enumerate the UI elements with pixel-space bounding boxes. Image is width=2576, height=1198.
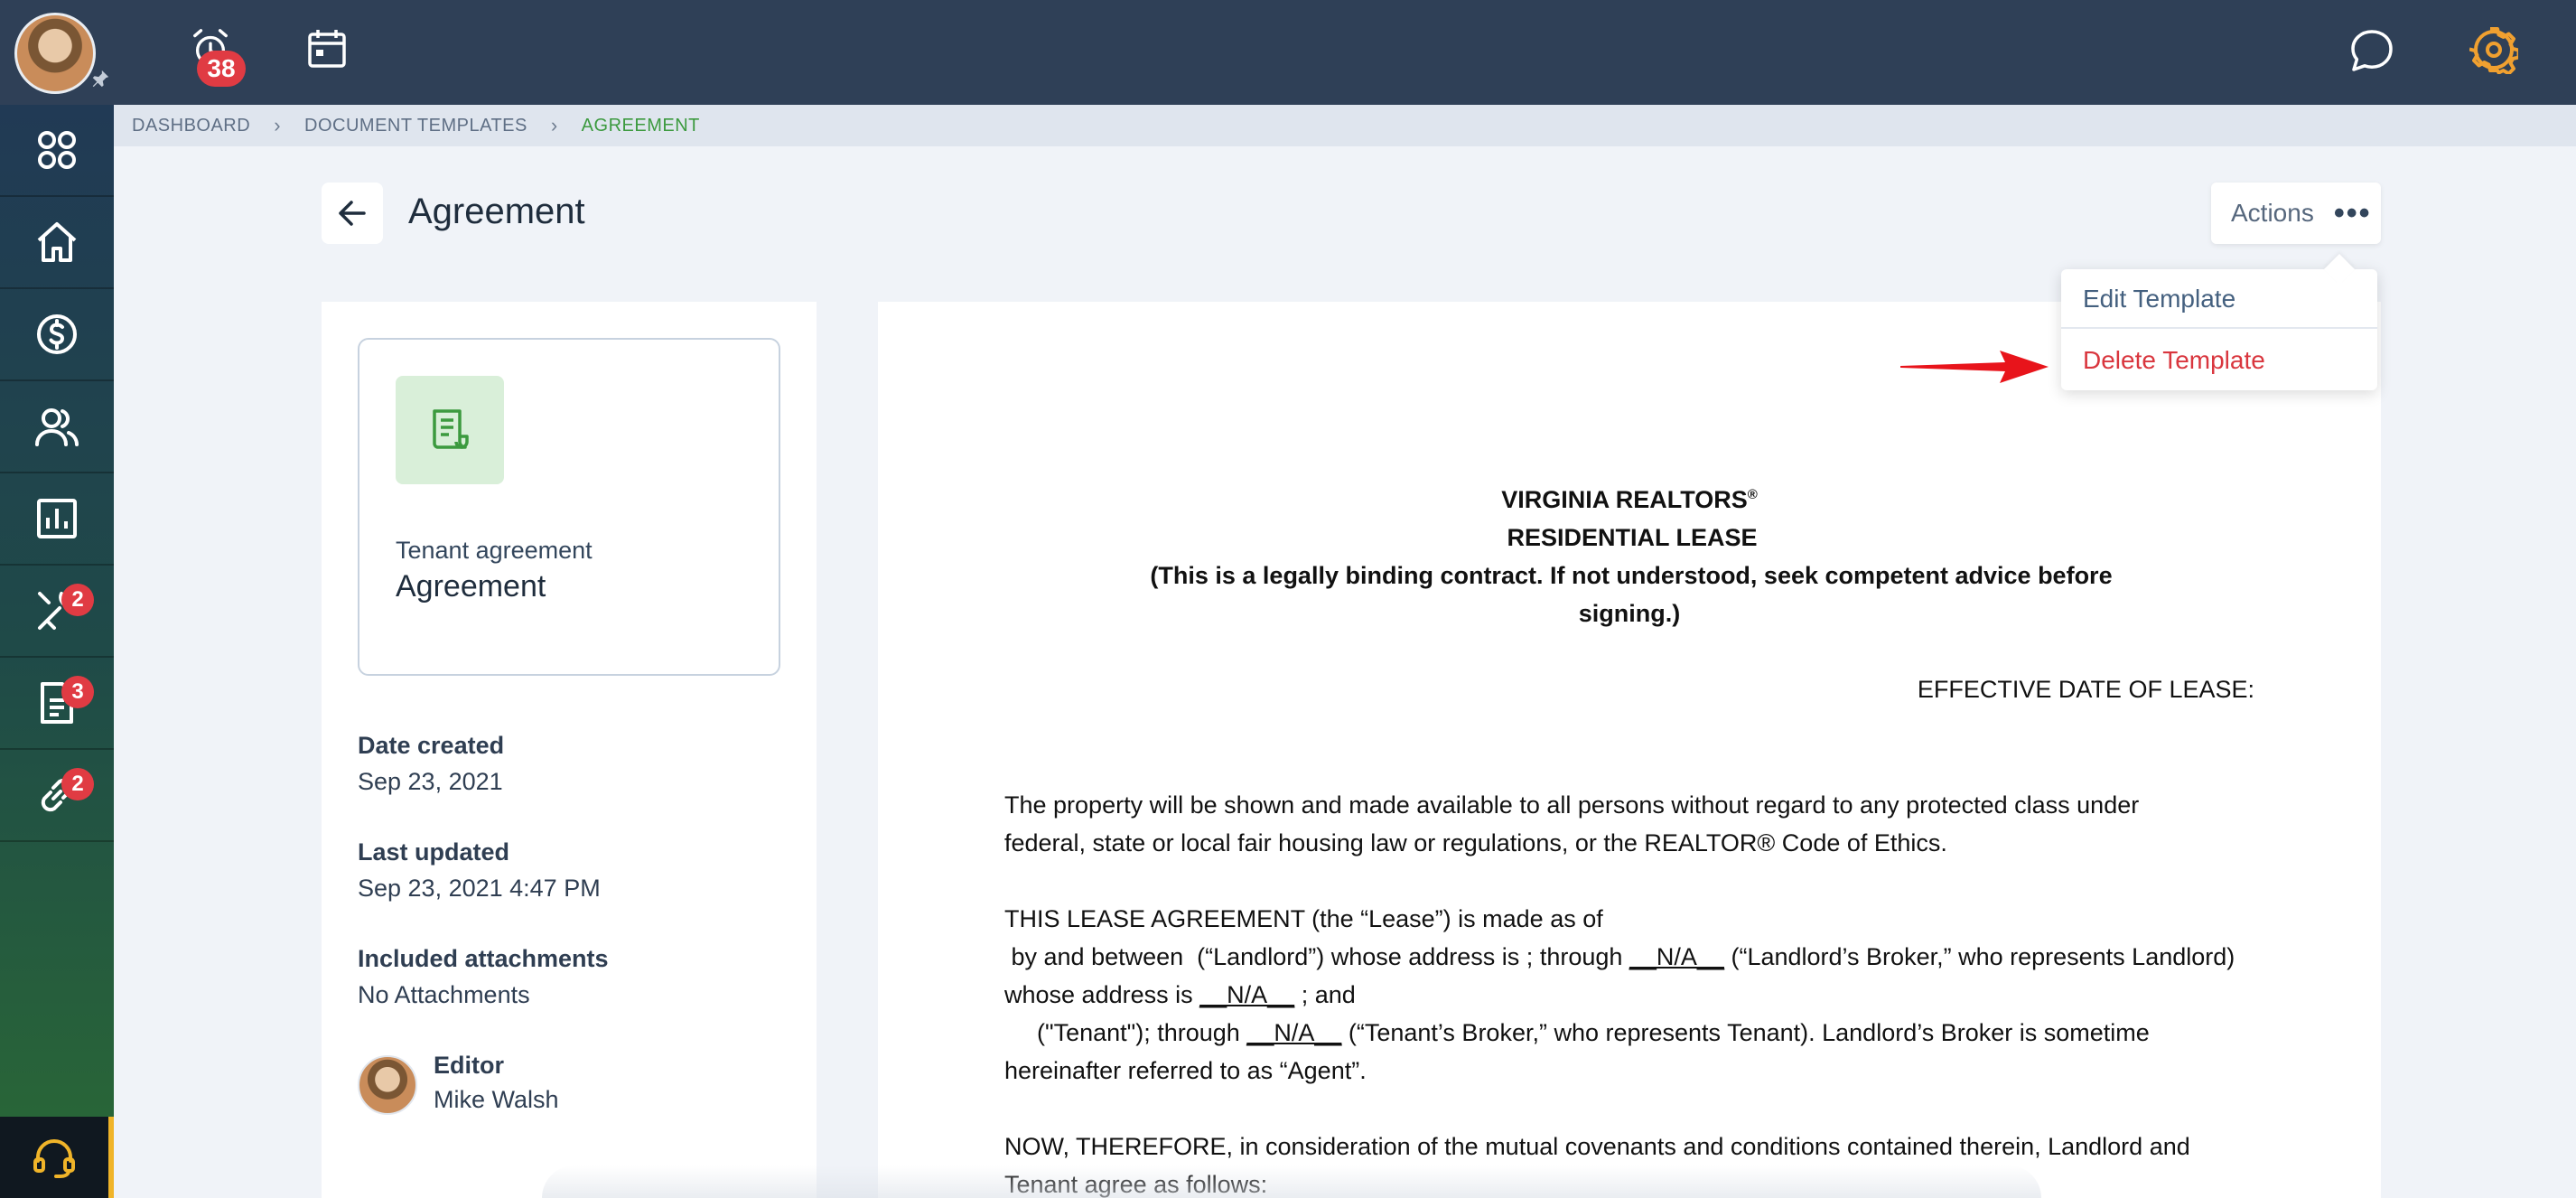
back-button[interactable] (322, 183, 383, 244)
delete-template-menu-item[interactable]: Delete Template (2061, 331, 2377, 390)
support-button[interactable] (0, 1117, 114, 1198)
sidebar-item-links[interactable]: 2 (0, 750, 114, 842)
sidebar-item-maintenance[interactable]: 2 (0, 566, 114, 658)
text-span: whose address is (1004, 981, 1200, 1008)
lease-parties-paragraph: THIS LEASE AGREEMENT (the “Lease”) is ma… (1004, 900, 2278, 1090)
text-span: (“Tenant’s Broker,” who represents Tenan… (1341, 1019, 2150, 1046)
effective-date-label: EFFECTIVE DATE OF LEASE: (1917, 676, 2254, 703)
sidebar-item-apps[interactable] (0, 105, 114, 197)
date-created-label: Date created (358, 732, 505, 759)
paragraph-line: ("Tenant"); through __N/A__ (“Tenant’s B… (1004, 1014, 2278, 1052)
last-updated-label: Last updated (358, 838, 510, 866)
chevron-right-icon: › (550, 114, 558, 136)
scroll-shadow (542, 1165, 2041, 1198)
paragraph-line: by and between (“Landlord”) whose addres… (1004, 938, 2278, 976)
actions-label: Actions (2231, 199, 2314, 227)
people-icon (35, 408, 79, 446)
actions-button[interactable]: Actions ••• (2211, 183, 2381, 244)
paragraph-line: NOW, THEREFORE, in consideration of the … (1004, 1133, 2190, 1160)
dollar-icon (37, 314, 77, 354)
paragraph-line: federal, state or local fair housing law… (1004, 829, 1947, 856)
text-span: by and between (“Landlord”) whose addres… (1004, 943, 1629, 970)
sidebar-item-documents[interactable]: 3 (0, 658, 114, 750)
template-name: Agreement (396, 569, 546, 604)
sidebar-item-finance[interactable] (0, 289, 114, 381)
chat-icon[interactable] (2348, 27, 2395, 74)
annotation-arrow-icon (1900, 351, 2049, 383)
documents-badge: 3 (61, 676, 94, 708)
gear-icon[interactable] (2469, 25, 2521, 76)
home-icon (37, 222, 77, 262)
tenant-broker-field: __N/A__ (1246, 1019, 1342, 1046)
template-type: Tenant agreement (396, 537, 593, 564)
sidebar-item-home[interactable] (0, 197, 114, 289)
attachments-value: No Attachments (358, 981, 530, 1008)
maintenance-badge: 2 (61, 584, 94, 616)
breadcrumb: DASHBOARD › DOCUMENT TEMPLATES › AGREEME… (114, 105, 2576, 146)
last-updated-value: Sep 23, 2021 4:47 PM (358, 875, 601, 902)
user-avatar[interactable] (14, 13, 96, 94)
chart-icon (37, 499, 77, 538)
paragraph-line: hereinafter referred to as “Agent”. (1004, 1057, 1367, 1084)
paragraph-line: whose address is __N/A__ ; and (1004, 976, 2278, 1014)
template-card: Tenant agreement Agreement (358, 338, 780, 676)
editor-avatar (358, 1055, 417, 1115)
text-span: ("Tenant"); through (1037, 1019, 1247, 1046)
headset-icon (33, 1139, 75, 1178)
calendar-icon[interactable] (305, 27, 349, 70)
template-details-panel: Tenant agreement Agreement Date created … (322, 302, 817, 1198)
chevron-right-icon: › (274, 114, 282, 136)
date-created-value: Sep 23, 2021 (358, 768, 503, 795)
document-icon (396, 376, 504, 484)
breadcrumb-dashboard[interactable]: DASHBOARD (132, 116, 250, 136)
links-badge: 2 (61, 768, 94, 800)
fair-housing-paragraph: The property will be shown and made avai… (1004, 786, 2278, 862)
doc-notice-line2: signing.) (1578, 600, 1681, 627)
alarm-count-badge: 38 (197, 51, 246, 87)
sidebar-item-reports[interactable] (0, 473, 114, 566)
broker-address-field: __N/A__ (1199, 981, 1295, 1008)
page-title: Agreement (408, 192, 585, 231)
actions-menu: Edit Template Delete Template (2061, 269, 2377, 390)
pin-icon (90, 69, 110, 89)
doc-subtitle: RESIDENTIAL LEASE (1507, 524, 1758, 551)
breadcrumb-agreement: AGREEMENT (581, 115, 700, 136)
text-span: ; and (1294, 981, 1356, 1008)
document-preview: VIRGINIA REALTORS® RESIDENTIAL LEASE (Th… (878, 302, 2381, 1198)
sidebar: 2 3 2 (0, 105, 114, 1198)
editor-name: Mike Walsh (434, 1086, 559, 1113)
top-bar: 38 (0, 0, 2576, 105)
doc-title-text: VIRGINIA REALTORS (1501, 486, 1748, 513)
paragraph-line: The property will be shown and made avai… (1004, 791, 2140, 819)
editor-label: Editor (434, 1052, 504, 1079)
apps-icon (38, 131, 76, 169)
registered-mark: ® (1747, 487, 1758, 502)
paragraph-line: THIS LEASE AGREEMENT (the “Lease”) is ma… (1004, 905, 1603, 932)
attachments-label: Included attachments (358, 945, 609, 972)
breadcrumb-document-templates[interactable]: DOCUMENT TEMPLATES (304, 116, 527, 136)
more-dots-icon: ••• (2333, 195, 2372, 230)
doc-title: VIRGINIA REALTORS® (878, 486, 2381, 514)
edit-template-menu-item[interactable]: Edit Template (2061, 269, 2377, 329)
landlord-broker-field: __N/A__ (1629, 943, 1724, 970)
doc-notice-line1: (This is a legally binding contract. If … (1150, 562, 2113, 589)
sidebar-item-contacts[interactable] (0, 381, 114, 473)
arrow-left-icon (339, 201, 366, 226)
text-span: (“Landlord’s Broker,” who represents Lan… (1723, 943, 2235, 970)
